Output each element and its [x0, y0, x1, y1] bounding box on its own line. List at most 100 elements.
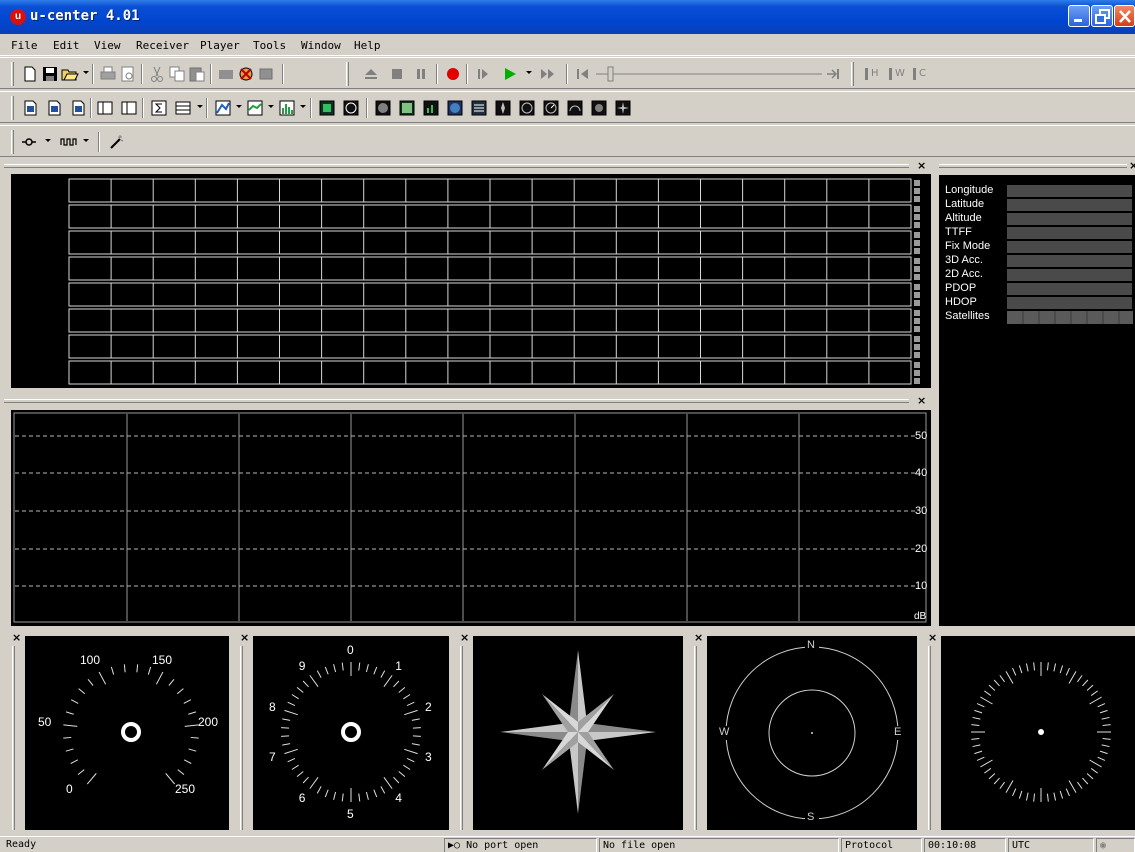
clock-view-button[interactable]	[542, 99, 560, 117]
play-button[interactable]	[501, 65, 519, 83]
star-view-button[interactable]	[614, 99, 632, 117]
file-status[interactable]: No file open	[599, 838, 839, 852]
device-button[interactable]	[257, 65, 275, 83]
log-c-button[interactable]: C	[910, 65, 928, 83]
baudrate-dropdown-icon[interactable]	[83, 139, 89, 142]
log-toolbar-grip[interactable]	[851, 62, 854, 86]
port-button[interactable]	[20, 133, 38, 151]
open-button[interactable]	[61, 65, 79, 83]
satellite-level-button[interactable]	[374, 99, 392, 117]
restore-button[interactable]	[1091, 5, 1113, 27]
close-icon[interactable]: ×	[928, 631, 937, 644]
goto-end-button[interactable]	[824, 65, 842, 83]
menu-tools[interactable]: Tools	[253, 39, 286, 52]
gauge-grip[interactable]	[12, 646, 15, 830]
signal-view-button[interactable]	[422, 99, 440, 117]
speedometer-view-button[interactable]	[566, 99, 584, 117]
player-toolbar-grip[interactable]	[346, 62, 349, 86]
close-button[interactable]	[1114, 5, 1135, 27]
print-button[interactable]	[99, 65, 117, 83]
close-icon[interactable]: ×	[917, 159, 926, 172]
save-button[interactable]	[41, 65, 59, 83]
open-dropdown-icon[interactable]	[83, 71, 89, 74]
menu-edit[interactable]: Edit	[53, 39, 80, 52]
table-view-button[interactable]	[174, 99, 192, 117]
protocol-status[interactable]: Protocol	[841, 838, 922, 852]
msg-poll-button[interactable]	[21, 99, 39, 117]
play-dropdown-icon[interactable]	[526, 71, 532, 74]
data-view-button[interactable]	[398, 99, 416, 117]
menu-view[interactable]: View	[94, 39, 121, 52]
chart-dropdown-icon[interactable]	[236, 105, 242, 108]
menu-player[interactable]: Player	[200, 39, 240, 52]
binary-console-button[interactable]	[120, 99, 138, 117]
close-icon[interactable]: ×	[917, 394, 926, 407]
watch-view-button[interactable]	[590, 99, 608, 117]
menu-help[interactable]: Help	[354, 39, 381, 52]
gauge-grip[interactable]	[928, 646, 931, 830]
baudrate-button[interactable]	[60, 133, 78, 151]
pane-grip[interactable]	[939, 164, 1127, 168]
altimeter-view-button[interactable]	[518, 99, 536, 117]
fast-forward-button[interactable]	[539, 65, 557, 83]
print-preview-button[interactable]	[119, 65, 137, 83]
chart-view-button[interactable]	[214, 99, 232, 117]
menu-receiver[interactable]: Receiver	[136, 39, 189, 52]
cut-button[interactable]	[148, 65, 166, 83]
speedometer-icon	[567, 100, 583, 116]
title-bar[interactable]: u u-center 4.01	[0, 0, 1135, 34]
toolbar-grip[interactable]	[11, 130, 14, 154]
histogram-dropdown-icon[interactable]	[268, 105, 274, 108]
pause-button[interactable]	[412, 65, 430, 83]
gauge-grip[interactable]	[694, 646, 697, 830]
pane-grip[interactable]	[4, 399, 909, 403]
close-icon[interactable]: ×	[240, 631, 249, 644]
playback-slider[interactable]	[596, 65, 844, 83]
text-console-button[interactable]	[470, 99, 488, 117]
world-view-button[interactable]	[446, 99, 464, 117]
log-w-button[interactable]: W	[886, 65, 905, 83]
map-view-button[interactable]	[318, 99, 336, 117]
port-status[interactable]: ▶○ No port open	[444, 838, 597, 852]
port-dropdown-icon[interactable]	[45, 139, 51, 142]
eject-button[interactable]	[362, 65, 380, 83]
menu-window[interactable]: Window	[301, 39, 341, 52]
copy-button[interactable]	[168, 65, 186, 83]
autobauding-button[interactable]	[107, 133, 125, 151]
minimize-button[interactable]	[1068, 5, 1090, 27]
close-icon[interactable]: ×	[460, 631, 469, 644]
gauge-grip[interactable]	[460, 646, 463, 830]
deviation-dropdown-icon[interactable]	[300, 105, 306, 108]
packet-console-button[interactable]	[96, 99, 114, 117]
time-status[interactable]: 00:10:08	[924, 838, 1006, 852]
goto-start-button[interactable]	[574, 65, 592, 83]
msg-save-button[interactable]	[45, 99, 63, 117]
step-forward-button[interactable]	[474, 65, 492, 83]
paste-button[interactable]	[188, 65, 206, 83]
close-icon[interactable]: ×	[1129, 159, 1135, 172]
timezone-status[interactable]: UTC	[1008, 838, 1094, 852]
close-icon[interactable]: ×	[12, 631, 21, 644]
toolbar-grip[interactable]	[11, 96, 14, 120]
u-center-app-icon[interactable]: u	[10, 9, 26, 25]
toolbar-grip[interactable]	[11, 62, 14, 86]
histogram-view-button[interactable]	[246, 99, 264, 117]
statistic-view-button[interactable]	[150, 99, 168, 117]
speed-tick-100: 100	[80, 653, 101, 667]
menu-file[interactable]: File	[11, 39, 38, 52]
table-dropdown-icon[interactable]	[197, 105, 203, 108]
deviation-view-button[interactable]	[278, 99, 296, 117]
msg-load-button[interactable]	[69, 99, 87, 117]
stop-button[interactable]	[388, 65, 406, 83]
record-button[interactable]	[444, 65, 462, 83]
compass-view-button[interactable]	[494, 99, 512, 117]
new-file-button[interactable]	[21, 65, 39, 83]
gauge-grip[interactable]	[240, 646, 243, 830]
pane-grip[interactable]	[4, 164, 909, 168]
table-icon	[175, 101, 191, 115]
connection-button[interactable]	[237, 65, 255, 83]
sky-view-button[interactable]	[342, 99, 360, 117]
receiver-button[interactable]	[217, 65, 235, 83]
close-icon[interactable]: ×	[694, 631, 703, 644]
log-h-button[interactable]: H	[862, 65, 880, 83]
